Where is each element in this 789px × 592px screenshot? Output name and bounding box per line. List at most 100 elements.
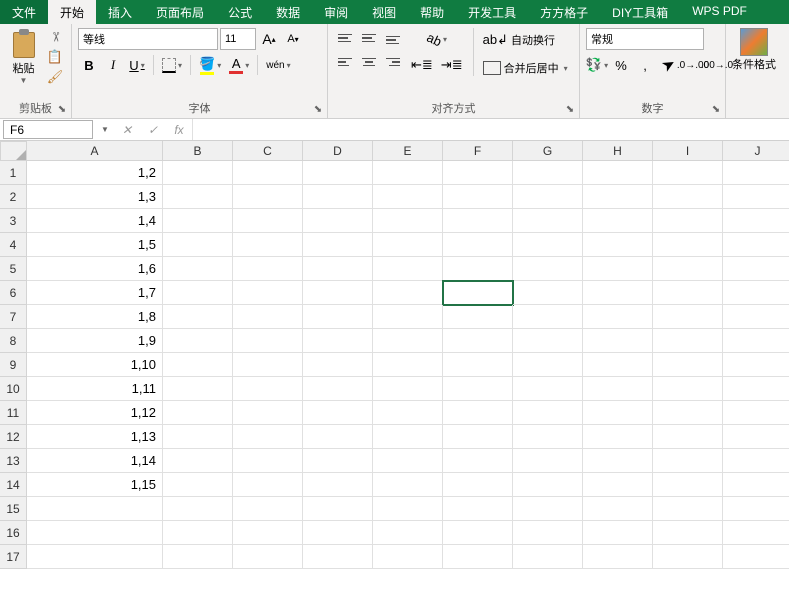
cell-J9[interactable] <box>723 353 789 377</box>
cell-D6[interactable] <box>303 281 373 305</box>
cell-B6[interactable] <box>163 281 233 305</box>
tab-review[interactable]: 审阅 <box>312 0 360 24</box>
cell-A15[interactable] <box>27 497 163 521</box>
cell-H14[interactable] <box>583 473 653 497</box>
cell-E15[interactable] <box>373 497 443 521</box>
cell-E14[interactable] <box>373 473 443 497</box>
row-header-11[interactable]: 11 <box>0 401 27 425</box>
row-header-1[interactable]: 1 <box>0 161 27 185</box>
formula-enter-button[interactable]: ✓ <box>140 119 166 140</box>
row-header-15[interactable]: 15 <box>0 497 27 521</box>
cell-B5[interactable] <box>163 257 233 281</box>
cell-A6[interactable]: 1,7 <box>27 281 163 305</box>
decrease-font-button[interactable]: A▾ <box>282 28 304 50</box>
column-header-G[interactable]: G <box>513 141 583 161</box>
cell-D3[interactable] <box>303 209 373 233</box>
cell-A3[interactable]: 1,4 <box>27 209 163 233</box>
font-dialog-launcher[interactable]: ⬊ <box>312 103 324 115</box>
row-header-10[interactable]: 10 <box>0 377 27 401</box>
cell-D4[interactable] <box>303 233 373 257</box>
cell-G9[interactable] <box>513 353 583 377</box>
row-header-9[interactable]: 9 <box>0 353 27 377</box>
cell-H4[interactable] <box>583 233 653 257</box>
row-header-14[interactable]: 14 <box>0 473 27 497</box>
cell-J4[interactable] <box>723 233 789 257</box>
cell-E5[interactable] <box>373 257 443 281</box>
cell-I12[interactable] <box>653 425 723 449</box>
cell-H9[interactable] <box>583 353 653 377</box>
cell-E8[interactable] <box>373 329 443 353</box>
cell-A10[interactable]: 1,11 <box>27 377 163 401</box>
cell-F12[interactable] <box>443 425 513 449</box>
cell-D14[interactable] <box>303 473 373 497</box>
cell-G7[interactable] <box>513 305 583 329</box>
cell-I11[interactable] <box>653 401 723 425</box>
cell-H13[interactable] <box>583 449 653 473</box>
cell-I10[interactable] <box>653 377 723 401</box>
cell-I9[interactable] <box>653 353 723 377</box>
cell-E1[interactable] <box>373 161 443 185</box>
cell-C16[interactable] <box>233 521 303 545</box>
cell-G13[interactable] <box>513 449 583 473</box>
column-header-H[interactable]: H <box>583 141 653 161</box>
cell-D16[interactable] <box>303 521 373 545</box>
align-right-button[interactable] <box>382 52 404 72</box>
cell-I4[interactable] <box>653 233 723 257</box>
cell-C15[interactable] <box>233 497 303 521</box>
increase-indent-button[interactable]: ⇥≣ <box>438 54 466 76</box>
tab-page-layout[interactable]: 页面布局 <box>144 0 216 24</box>
cell-I16[interactable] <box>653 521 723 545</box>
cell-J8[interactable] <box>723 329 789 353</box>
cell-A7[interactable]: 1,8 <box>27 305 163 329</box>
cell-H15[interactable] <box>583 497 653 521</box>
cell-D2[interactable] <box>303 185 373 209</box>
tab-file[interactable]: 文件 <box>0 0 48 24</box>
cell-B7[interactable] <box>163 305 233 329</box>
cell-C8[interactable] <box>233 329 303 353</box>
column-header-A[interactable]: A <box>27 141 163 161</box>
cell-F2[interactable] <box>443 185 513 209</box>
cell-C13[interactable] <box>233 449 303 473</box>
cell-E6[interactable] <box>373 281 443 305</box>
row-header-8[interactable]: 8 <box>0 329 27 353</box>
orientation-button[interactable]: ab <box>408 28 466 50</box>
align-bottom-button[interactable] <box>382 28 404 48</box>
row-header-7[interactable]: 7 <box>0 305 27 329</box>
border-button[interactable] <box>159 54 185 76</box>
tab-insert[interactable]: 插入 <box>96 0 144 24</box>
cell-B15[interactable] <box>163 497 233 521</box>
cell-E12[interactable] <box>373 425 443 449</box>
cell-F5[interactable] <box>443 257 513 281</box>
cell-J11[interactable] <box>723 401 789 425</box>
cell-J16[interactable] <box>723 521 789 545</box>
column-header-I[interactable]: I <box>653 141 723 161</box>
cell-A9[interactable]: 1,10 <box>27 353 163 377</box>
align-center-button[interactable] <box>358 52 380 72</box>
cell-F14[interactable] <box>443 473 513 497</box>
cell-D12[interactable] <box>303 425 373 449</box>
cell-G5[interactable] <box>513 257 583 281</box>
cell-C6[interactable] <box>233 281 303 305</box>
cell-J5[interactable] <box>723 257 789 281</box>
cell-J14[interactable] <box>723 473 789 497</box>
cell-F7[interactable] <box>443 305 513 329</box>
cell-J3[interactable] <box>723 209 789 233</box>
cell-D9[interactable] <box>303 353 373 377</box>
cell-D17[interactable] <box>303 545 373 569</box>
cell-G14[interactable] <box>513 473 583 497</box>
cell-F6[interactable] <box>443 281 513 305</box>
number-dialog-launcher[interactable]: ⬊ <box>710 103 722 115</box>
column-header-F[interactable]: F <box>443 141 513 161</box>
cell-A8[interactable]: 1,9 <box>27 329 163 353</box>
cell-C7[interactable] <box>233 305 303 329</box>
cell-A5[interactable]: 1,6 <box>27 257 163 281</box>
number-format-select[interactable] <box>586 28 704 50</box>
copy-button[interactable]: 📋 <box>45 48 65 66</box>
row-header-6[interactable]: 6 <box>0 281 27 305</box>
cell-G2[interactable] <box>513 185 583 209</box>
cell-B1[interactable] <box>163 161 233 185</box>
formula-input[interactable] <box>192 119 789 140</box>
cell-D15[interactable] <box>303 497 373 521</box>
cell-H11[interactable] <box>583 401 653 425</box>
cell-C4[interactable] <box>233 233 303 257</box>
